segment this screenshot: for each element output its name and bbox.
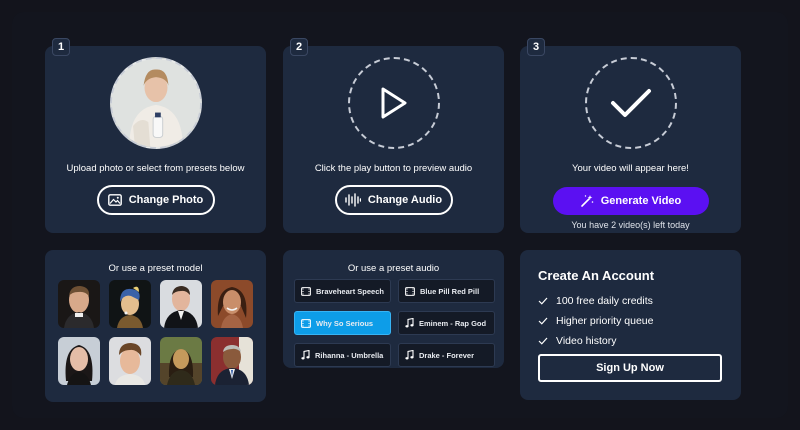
preset-model-grid	[58, 280, 253, 385]
audio-preset-label: Blue Pill Red Pill	[420, 286, 480, 296]
audio-caption: Click the play button to preview audio	[314, 163, 473, 174]
image-icon	[107, 194, 122, 206]
preset-model-3[interactable]	[160, 280, 202, 328]
audio-preset-drake-forever[interactable]: Drake - Forever	[398, 343, 495, 367]
video-card: Your video will appear here! Generate Vi…	[520, 46, 741, 233]
play-audio-area[interactable]	[347, 57, 440, 149]
step-number-1: 1	[52, 38, 70, 56]
preset-audio-title: Or use a preset audio	[347, 263, 440, 274]
film-icon	[301, 286, 311, 296]
sign-up-button[interactable]: Sign Up Now	[538, 354, 722, 382]
change-photo-button[interactable]: Change Photo	[96, 185, 215, 215]
create-account-card: Create An Account 100 free daily credits…	[520, 250, 741, 400]
preset-audio-grid: Braveheart Speech Blue Pill Red Pill Why…	[294, 279, 495, 367]
feature-label: Video history	[556, 335, 617, 347]
audio-preset-braveheart-speech[interactable]: Braveheart Speech	[294, 279, 391, 303]
preset-model-8[interactable]	[211, 337, 253, 385]
check-icon	[538, 317, 548, 325]
checkmark-icon	[610, 89, 651, 117]
audio-preset-rihanna-umbrella[interactable]: Rihanna - Umbrella	[294, 343, 391, 367]
magic-wand-icon	[580, 195, 594, 207]
audio-preset-why-so-serious[interactable]: Why So Serious	[294, 311, 391, 335]
create-account-title: Create An Account	[538, 268, 655, 283]
audio-card: Click the play button to preview audio C…	[283, 46, 504, 233]
play-icon	[381, 87, 406, 119]
music-note-icon	[405, 318, 414, 328]
check-icon	[538, 337, 548, 345]
music-note-icon	[301, 350, 310, 360]
feature-item: 100 free daily credits	[538, 295, 653, 307]
preset-audio-card: Or use a preset audio Braveheart Speech …	[283, 250, 504, 368]
preset-model-7[interactable]	[160, 337, 202, 385]
audio-preset-label: Braveheart Speech	[316, 286, 384, 296]
audio-preset-label: Why So Serious	[316, 318, 374, 328]
preset-model-card: Or use a preset model	[45, 250, 266, 402]
video-caption: Your video will appear here!	[572, 163, 689, 174]
photo-caption: Upload photo or select from presets belo…	[66, 163, 245, 174]
selected-photo[interactable]	[109, 57, 202, 149]
preset-model-2[interactable]	[109, 280, 151, 328]
portrait-image	[111, 59, 200, 147]
change-audio-button[interactable]: Change Audio	[334, 185, 453, 215]
preset-model-1[interactable]	[58, 280, 100, 328]
change-photo-label: Change Photo	[128, 194, 204, 206]
generate-video-button[interactable]: Generate Video	[552, 187, 709, 215]
step-number-3: 3	[527, 38, 545, 56]
film-icon	[301, 318, 311, 328]
preset-model-4[interactable]	[211, 280, 253, 328]
audio-preset-label: Rihanna - Umbrella	[315, 350, 384, 360]
feature-item: Video history	[538, 335, 617, 347]
feature-label: Higher priority queue	[556, 315, 654, 327]
check-icon	[538, 297, 548, 305]
preset-model-5[interactable]	[58, 337, 100, 385]
audio-preset-label: Eminem - Rap God	[419, 318, 487, 328]
film-icon	[405, 286, 415, 296]
step-number-2: 2	[290, 38, 308, 56]
audio-preset-blue-pill-red-pill[interactable]: Blue Pill Red Pill	[398, 279, 495, 303]
video-output-area	[584, 57, 677, 149]
audio-preset-eminem-rap-god[interactable]: Eminem - Rap God	[398, 311, 495, 335]
feature-label: 100 free daily credits	[556, 295, 653, 307]
generate-video-label: Generate Video	[600, 195, 682, 207]
audio-preset-label: Drake - Forever	[419, 350, 475, 360]
music-note-icon	[405, 350, 414, 360]
preset-model-6[interactable]	[109, 337, 151, 385]
remaining-videos: You have 2 video(s) left today	[571, 220, 690, 230]
audio-wave-icon	[345, 193, 361, 207]
feature-item: Higher priority queue	[538, 315, 653, 327]
photo-card: Upload photo or select from presets belo…	[45, 46, 266, 233]
change-audio-label: Change Audio	[367, 194, 443, 206]
preset-model-title: Or use a preset model	[108, 263, 203, 274]
